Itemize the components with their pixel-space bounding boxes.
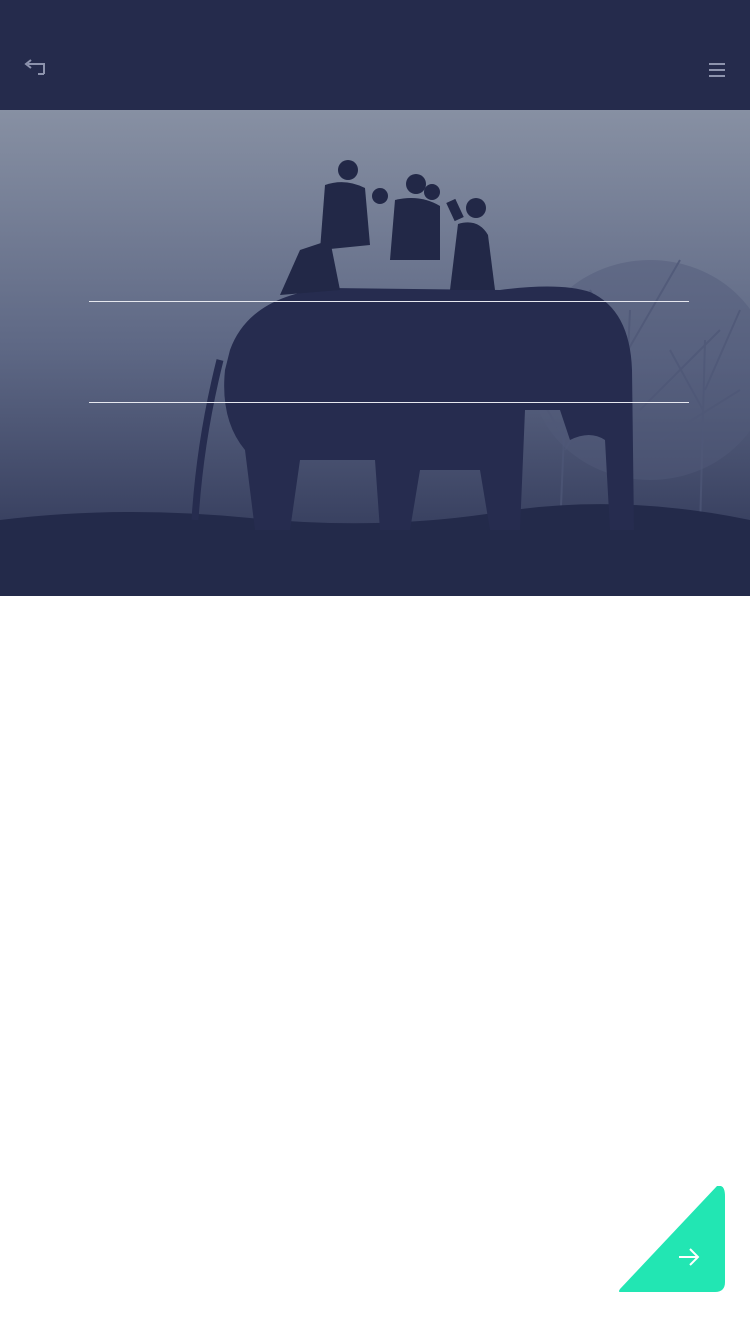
menu-button[interactable]	[706, 58, 728, 82]
next-corner-shape	[619, 1185, 725, 1292]
elephant-silhouette-image	[0, 110, 750, 596]
back-return-icon	[24, 59, 45, 75]
divider-bottom	[89, 402, 689, 403]
hamburger-menu-icon	[709, 63, 725, 77]
divider-top	[89, 301, 689, 302]
hero-image	[0, 110, 750, 596]
next-button[interactable]	[618, 1185, 725, 1292]
top-bar	[0, 0, 750, 110]
back-button[interactable]	[22, 56, 50, 82]
